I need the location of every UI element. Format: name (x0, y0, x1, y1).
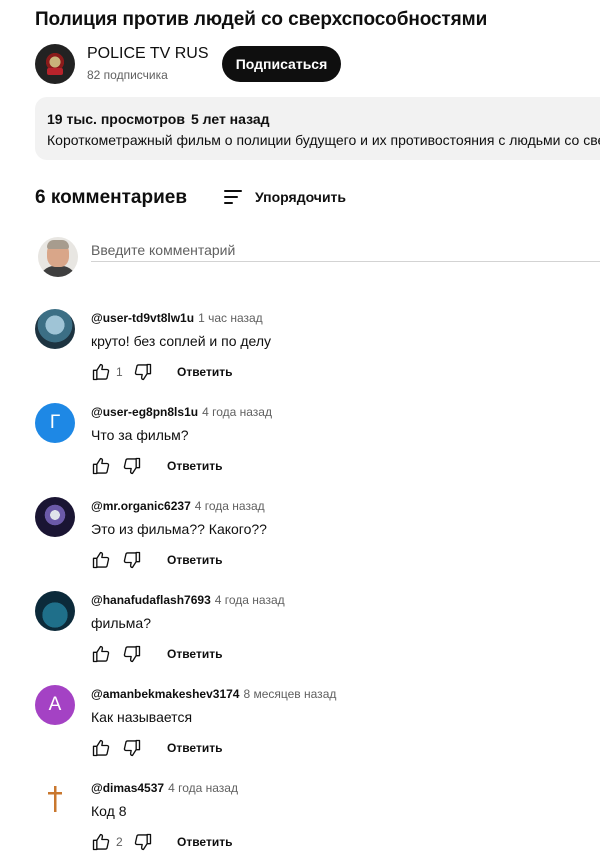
comment-author[interactable]: @mr.organic6237 (91, 499, 191, 513)
sort-label: Упорядочить (255, 189, 347, 205)
comment-text: Код 8 (91, 803, 127, 819)
commenter-avatar[interactable] (35, 591, 75, 631)
comment-actions: 1 Ответить (91, 361, 232, 383)
cross-icon (48, 786, 62, 812)
comment-text: круто! без соплей и по делу (91, 333, 272, 349)
sort-button[interactable]: Упорядочить (222, 184, 346, 210)
user-avatar (38, 237, 78, 277)
comment-item: @mr.organic6237 4 года назад Это из фильм… (0, 497, 600, 591)
subscriber-count: 82 подписчика (87, 68, 168, 82)
comment-item: @user-td9vt8lw1u 1 час назад круто! без с… (0, 309, 600, 403)
channel-avatar[interactable] (35, 44, 75, 84)
commenter-avatar[interactable]: А (35, 685, 75, 725)
thumb-down-icon[interactable] (122, 738, 142, 758)
comment-time[interactable]: 1 час назад (198, 311, 263, 325)
subscribe-button[interactable]: Подписаться (222, 46, 341, 82)
commenter-avatar[interactable] (35, 779, 75, 819)
view-count: 19 тыс. просмотров (47, 111, 185, 127)
thumb-down-icon[interactable] (122, 644, 142, 664)
description-box[interactable]: 19 тыс. просмотров 5 лет назад Короткомет… (35, 97, 600, 160)
video-title: Полиция против людей со сверхспособностя… (35, 9, 488, 30)
comment-text: Что за фильм? (91, 427, 189, 443)
reply-button[interactable]: Ответить (167, 459, 222, 473)
like-count: 1 (116, 365, 123, 379)
thumb-up-icon[interactable] (91, 644, 111, 664)
reply-button[interactable]: Ответить (167, 741, 222, 755)
comment-author[interactable]: @dimas4537 (91, 781, 164, 795)
comment-author[interactable]: @user-td9vt8lw1u (91, 311, 194, 325)
thumb-down-icon[interactable] (133, 362, 153, 382)
thumb-up-icon[interactable] (91, 738, 111, 758)
comment-author[interactable]: @amanbekmakeshev3174 (91, 687, 239, 701)
comment-time[interactable]: 4 года назад (168, 781, 238, 795)
comment-time[interactable]: 4 года назад (202, 405, 272, 419)
comment-text: Как называется (91, 709, 193, 725)
comment-time[interactable]: 4 года назад (195, 499, 265, 513)
commenter-avatar[interactable] (35, 497, 75, 537)
reply-button[interactable]: Ответить (177, 835, 232, 849)
thumb-up-icon[interactable] (91, 362, 111, 382)
comment-actions: 2 Ответить (91, 831, 232, 853)
comment-author[interactable]: @hanafudaflash7693 (91, 593, 211, 607)
comment-actions: Ответить (91, 455, 222, 477)
description-text: Короткометражный фильм о полиции будущег… (47, 132, 600, 148)
reply-button[interactable]: Ответить (167, 553, 222, 567)
thumb-up-icon[interactable] (91, 456, 111, 476)
thumb-down-icon[interactable] (122, 456, 142, 476)
comment-author[interactable]: @user-eg8pn8ls1u (91, 405, 198, 419)
comment-item: А @amanbekmakeshev3174 8 месяцев назад Ка… (0, 685, 600, 779)
comment-input[interactable] (91, 238, 600, 262)
thumb-up-icon[interactable] (91, 832, 111, 852)
comment-text: фильма? (91, 615, 151, 631)
comment-text: Это из фильма?? Какого?? (91, 521, 267, 537)
commenter-avatar[interactable] (35, 309, 75, 349)
comment-item: @dimas4537 4 года назад Код 8 2 Ответить (0, 779, 600, 856)
comment-item: Г @user-eg8pn8ls1u 4 года назад Что за фи… (0, 403, 600, 497)
comment-actions: Ответить (91, 643, 222, 665)
comment-time[interactable]: 8 месяцев назад (243, 687, 336, 701)
comment-time[interactable]: 4 года назад (215, 593, 285, 607)
commenter-avatar[interactable]: Г (35, 403, 75, 443)
thumb-up-icon[interactable] (91, 550, 111, 570)
like-count: 2 (116, 835, 123, 849)
thumb-down-icon[interactable] (122, 550, 142, 570)
sort-lines-icon (222, 189, 244, 205)
comments-count: 6 комментариев (35, 187, 188, 208)
comment-item: @hanafudaflash7693 4 года назад фильма? О… (0, 591, 600, 685)
channel-name[interactable]: POLICE TV RUS (87, 45, 209, 63)
thumb-down-icon[interactable] (133, 832, 153, 852)
upload-age: 5 лет назад (190, 111, 270, 127)
comment-actions: Ответить (91, 737, 222, 759)
reply-button[interactable]: Ответить (167, 647, 222, 661)
video-stats: 19 тыс. просмотров 5 лет назад (47, 111, 270, 127)
comment-actions: Ответить (91, 549, 222, 571)
reply-button[interactable]: Ответить (177, 365, 232, 379)
